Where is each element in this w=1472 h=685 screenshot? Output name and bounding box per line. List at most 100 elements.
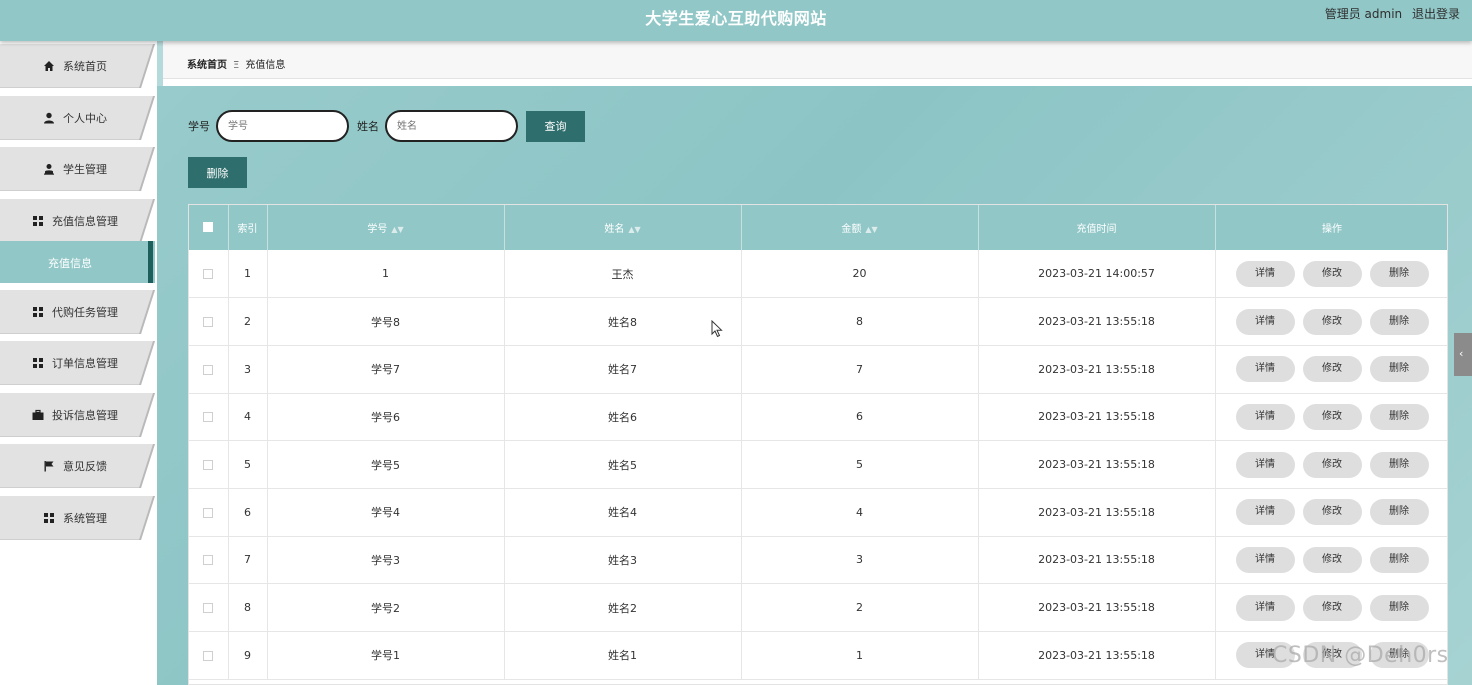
sidebar-item-orders[interactable]: 订单信息管理 bbox=[0, 341, 155, 385]
sidebar-item-purchase-task[interactable]: 代购任务管理 bbox=[0, 290, 155, 334]
table-row: 6 学号4 姓名4 4 2023-03-21 13:55:18 详情 修改 删除 bbox=[189, 488, 1447, 537]
table-row: 5 学号5 姓名5 5 2023-03-21 13:55:18 详情 修改 删除 bbox=[189, 440, 1447, 489]
student-id-cell: 学号6 bbox=[267, 393, 505, 442]
side-scroll-handle[interactable]: ‹ bbox=[1454, 333, 1472, 376]
sidebar-item-label: 投诉信息管理 bbox=[52, 409, 118, 422]
query-button[interactable]: 查询 bbox=[526, 110, 585, 142]
edit-button[interactable]: 修改 bbox=[1302, 451, 1362, 478]
table-body: 1 1 王杰 20 2023-03-21 14:00:57 详情 修改 删除 2 学号8 姓名8 8 2… bbox=[189, 250, 1447, 680]
col-name[interactable]: 姓名 ▲▼ bbox=[504, 205, 742, 250]
delete-button[interactable]: 删除 bbox=[1369, 308, 1429, 335]
sidebar-item-home[interactable]: 系统首页 bbox=[0, 44, 155, 88]
amount-cell: 5 bbox=[741, 440, 979, 489]
edit-button[interactable]: 修改 bbox=[1302, 594, 1362, 621]
row-checkbox[interactable] bbox=[203, 603, 214, 614]
table-row: 8 学号2 姓名2 2 2023-03-21 13:55:18 详情 修改 删除 bbox=[189, 583, 1447, 632]
index-cell: 6 bbox=[228, 488, 268, 537]
delete-button[interactable]: 删除 bbox=[1369, 403, 1429, 430]
sidebar-item-recharge-mgmt[interactable]: 充值信息管理 bbox=[0, 199, 155, 243]
detail-button[interactable]: 详情 bbox=[1235, 451, 1295, 478]
time-cell: 2023-03-21 13:55:18 bbox=[978, 345, 1216, 394]
student-id-input[interactable] bbox=[216, 110, 349, 142]
grid-icon bbox=[43, 512, 55, 524]
detail-button[interactable]: 详情 bbox=[1235, 308, 1295, 335]
sidebar-item-feedback[interactable]: 意见反馈 bbox=[0, 444, 155, 488]
detail-button[interactable]: 详情 bbox=[1235, 260, 1295, 287]
edit-button[interactable]: 修改 bbox=[1302, 308, 1362, 335]
checkbox-cell bbox=[189, 250, 229, 299]
breadcrumb-home[interactable]: 系统首页 bbox=[187, 60, 227, 71]
delete-button[interactable]: 删除 bbox=[1369, 260, 1429, 287]
index-cell: 3 bbox=[228, 345, 268, 394]
student-id-cell: 学号4 bbox=[267, 488, 505, 537]
sidebar-item-label: 充值信息管理 bbox=[52, 215, 118, 228]
user-icon bbox=[43, 112, 55, 124]
col-amount[interactable]: 金额 ▲▼ bbox=[741, 205, 979, 250]
student-id-cell: 学号2 bbox=[267, 583, 505, 632]
main-content: 学号 姓名 查询 删除 索引 学号▲▼ 姓名▲▼ bbox=[157, 86, 1472, 685]
name-cell: 姓名5 bbox=[504, 440, 742, 489]
sidebar-item-system[interactable]: 系统管理 bbox=[0, 496, 155, 540]
row-checkbox[interactable] bbox=[203, 650, 214, 661]
detail-button[interactable]: 详情 bbox=[1235, 403, 1295, 430]
row-checkbox[interactable] bbox=[203, 460, 214, 471]
detail-button[interactable]: 详情 bbox=[1235, 356, 1295, 383]
col-ops: 操作 bbox=[1215, 205, 1447, 250]
detail-button[interactable]: 详情 bbox=[1235, 594, 1295, 621]
name-input[interactable] bbox=[385, 110, 518, 142]
row-checkbox[interactable] bbox=[203, 269, 214, 280]
detail-button[interactable]: 详情 bbox=[1235, 546, 1295, 573]
recharge-table: 索引 学号 ▲▼ 姓名 ▲▼ 金额 ▲▼ 充值时间 操作 1 1 王杰 20 2023-03-… bbox=[188, 204, 1448, 685]
select-all-checkbox[interactable] bbox=[203, 222, 214, 232]
row-checkbox[interactable] bbox=[203, 412, 214, 423]
row-checkbox[interactable] bbox=[203, 364, 214, 375]
delete-button[interactable]: 删除 bbox=[1369, 546, 1429, 573]
admin-area: 管理员 admin 退出登录 bbox=[1319, 5, 1460, 22]
edit-button[interactable]: 修改 bbox=[1302, 260, 1362, 287]
col-student-id[interactable]: 学号 ▲▼ bbox=[267, 205, 505, 250]
batch-delete-button[interactable]: 删除 bbox=[188, 157, 247, 188]
time-cell: 2023-03-21 13:55:18 bbox=[978, 297, 1216, 346]
checkbox-cell bbox=[189, 297, 229, 346]
edit-button[interactable]: 修改 bbox=[1302, 356, 1362, 383]
ops-cell: 详情 修改 删除 bbox=[1215, 345, 1447, 394]
delete-button[interactable]: 删除 bbox=[1369, 499, 1429, 526]
row-checkbox[interactable] bbox=[203, 317, 214, 328]
checkbox-cell bbox=[189, 393, 229, 442]
edit-button[interactable]: 修改 bbox=[1302, 499, 1362, 526]
detail-button[interactable]: 详情 bbox=[1235, 499, 1295, 526]
time-cell: 2023-03-21 13:55:18 bbox=[978, 440, 1216, 489]
edit-button[interactable]: 修改 bbox=[1302, 546, 1362, 573]
sort-icon[interactable]: ▲▼ bbox=[391, 225, 403, 234]
sidebar-item-label: 代购任务管理 bbox=[52, 306, 118, 319]
delete-button[interactable]: 删除 bbox=[1369, 356, 1429, 383]
edit-button[interactable]: 修改 bbox=[1302, 403, 1362, 430]
logout-link[interactable]: 退出登录 bbox=[1412, 7, 1460, 21]
ops-cell: 详情 修改 删除 bbox=[1215, 536, 1447, 585]
sidebar-item-complaints[interactable]: 投诉信息管理 bbox=[0, 393, 155, 437]
sidebar-subitem-recharge-info[interactable]: 充值信息 bbox=[0, 241, 155, 283]
sidebar-item-label: 系统首页 bbox=[63, 60, 107, 73]
delete-button[interactable]: 删除 bbox=[1369, 594, 1429, 621]
delete-button[interactable]: 删除 bbox=[1369, 451, 1429, 478]
grid-icon bbox=[32, 357, 44, 369]
row-checkbox[interactable] bbox=[203, 507, 214, 518]
name-label: 姓名 bbox=[357, 120, 379, 133]
ops-cell: 详情 修改 删除 bbox=[1215, 250, 1447, 299]
checkbox-cell bbox=[189, 440, 229, 489]
sidebar-item-profile[interactable]: 个人中心 bbox=[0, 96, 155, 140]
sidebar-item-students[interactable]: 学生管理 bbox=[0, 147, 155, 191]
name-cell: 姓名2 bbox=[504, 583, 742, 632]
sidebar-item-label: 学生管理 bbox=[63, 163, 107, 176]
row-checkbox[interactable] bbox=[203, 555, 214, 566]
index-cell: 1 bbox=[228, 250, 268, 299]
search-bar: 学号 姓名 查询 bbox=[188, 110, 585, 142]
sidebar-item-label: 订单信息管理 bbox=[52, 357, 118, 370]
breadcrumb: 系统首页 Ξ 充值信息 bbox=[163, 41, 1472, 79]
name-cell: 王杰 bbox=[504, 250, 742, 299]
sort-icon[interactable]: ▲▼ bbox=[628, 225, 640, 234]
amount-cell: 8 bbox=[741, 297, 979, 346]
checkbox-cell bbox=[189, 583, 229, 632]
sort-icon[interactable]: ▲▼ bbox=[865, 225, 877, 234]
col-time: 充值时间 bbox=[978, 205, 1216, 250]
